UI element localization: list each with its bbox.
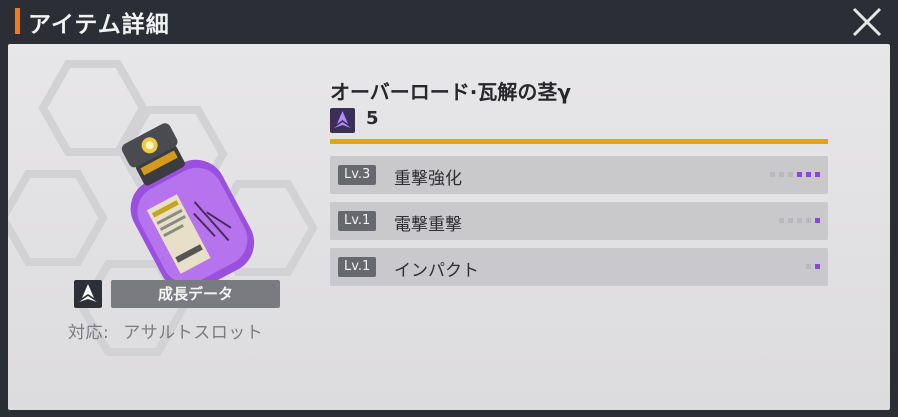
source-row: 成長データ — [74, 280, 280, 308]
close-button[interactable] — [850, 6, 884, 38]
effect-level-badge: Lv.1 — [338, 257, 377, 277]
effect-row[interactable]: Lv.3 重撃強化 — [330, 156, 828, 194]
effect-name: インパクト — [394, 261, 479, 281]
detail-panel: 成長データ 対応: アサルトスロット オーバーロード·瓦解の茎γ 5 Lv.3 重… — [8, 44, 890, 410]
level-dot-empty — [788, 172, 793, 177]
compat-value: アサルトスロット — [123, 323, 264, 343]
level-dot-filled — [797, 172, 802, 177]
level-dot-empty — [806, 264, 811, 269]
crest-icon — [74, 280, 102, 308]
rarity-bar — [330, 139, 828, 144]
item-bottle-image — [121, 123, 255, 302]
compatibility-text: 対応: アサルトスロット — [68, 318, 263, 343]
title-bar: アイテム詳細 — [0, 0, 898, 44]
level-dot-empty — [788, 218, 793, 223]
compat-label: 対応: — [68, 323, 110, 343]
title-accent-bar — [15, 8, 20, 34]
rarity-value: 5 — [366, 108, 379, 129]
level-dot-empty — [770, 172, 775, 177]
effect-name: 重撃強化 — [394, 169, 462, 189]
level-dots — [806, 264, 820, 270]
effect-level-badge: Lv.1 — [338, 211, 377, 231]
level-dots — [770, 172, 820, 178]
level-dot-empty — [779, 218, 784, 223]
level-dot-filled — [815, 218, 820, 223]
effect-row[interactable]: Lv.1 電撃重撃 — [330, 202, 828, 240]
source-label: 成長データ — [111, 280, 280, 308]
level-dots — [779, 218, 820, 224]
effect-name: 電撃重撃 — [394, 215, 462, 235]
level-dot-filled — [815, 172, 820, 177]
level-dot-filled — [806, 172, 811, 177]
item-name: オーバーロード·瓦解の茎γ — [330, 80, 572, 104]
close-icon — [852, 7, 882, 37]
effect-level-badge: Lv.3 — [338, 165, 377, 185]
item-detail-window: アイテム詳細 成長データ 対応: アサルトスロット オーバーロード·瓦解の茎γ … — [0, 0, 898, 417]
crest-icon — [330, 108, 355, 133]
level-dot-empty — [806, 218, 811, 223]
effect-row[interactable]: Lv.1 インパクト — [330, 248, 828, 286]
level-dot-filled — [815, 264, 820, 269]
window-title: アイテム詳細 — [28, 12, 170, 38]
level-dot-empty — [797, 218, 802, 223]
level-dot-empty — [779, 172, 784, 177]
